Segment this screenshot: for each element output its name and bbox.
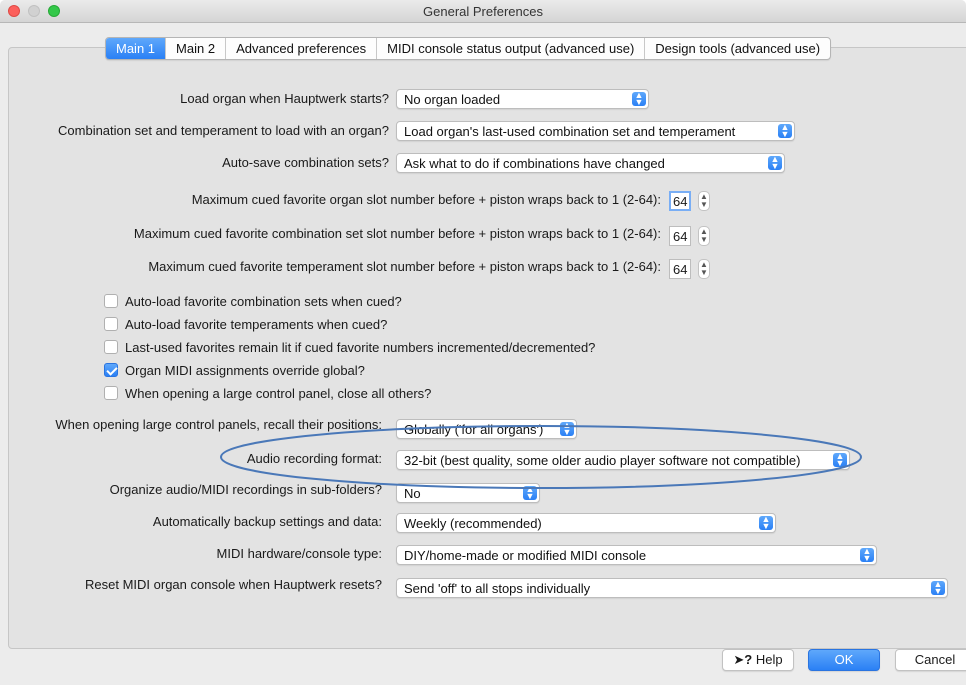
- subfolders-select[interactable]: No ▲ ▼: [396, 483, 540, 503]
- checkbox-label: When opening a large control panel, clos…: [125, 385, 432, 401]
- tab-advanced-preferences[interactable]: Advanced preferences: [225, 38, 376, 59]
- subfolders-label: Organize audio/MIDI recordings in sub-fo…: [109, 482, 382, 497]
- chevron-updown-icon: ▲ ▼: [833, 452, 847, 468]
- max-temperament-slot-field[interactable]: 64: [669, 259, 691, 279]
- load-organ-select[interactable]: No organ loaded ▲ ▼: [396, 89, 649, 109]
- ok-button[interactable]: OK: [808, 649, 880, 671]
- title-bar: General Preferences: [0, 0, 966, 23]
- audio-format-value: 32-bit (best quality, some older audio p…: [404, 453, 801, 468]
- chevron-updown-icon: ▲ ▼: [632, 91, 646, 107]
- load-organ-label: Load organ when Hauptwerk starts?: [180, 91, 389, 106]
- checkbox-box[interactable]: [104, 386, 118, 400]
- checkbox-label: Auto-load favorite temperaments when cue…: [125, 316, 388, 332]
- help-cursor-icon: ➤?: [733, 652, 753, 667]
- max-organ-slot-field[interactable]: 64: [669, 191, 691, 211]
- backup-select[interactable]: Weekly (recommended) ▲ ▼: [396, 513, 776, 533]
- checkbox-box-checked[interactable]: [104, 363, 118, 377]
- recall-positions-select[interactable]: Globally ('for all organs') ▲ ▼: [396, 419, 577, 439]
- tab-midi-console-status-output[interactable]: MIDI console status output (advanced use…: [376, 38, 644, 59]
- combination-set-label: Combination set and temperament to load …: [58, 123, 389, 138]
- max-temperament-slot-stepper[interactable]: ▲ ▼: [698, 259, 710, 279]
- chevron-updown-icon: ▲ ▼: [768, 155, 782, 171]
- chevron-updown-icon: ▲ ▼: [759, 515, 773, 531]
- backup-value: Weekly (recommended): [404, 516, 542, 531]
- checkbox-box[interactable]: [104, 294, 118, 308]
- chevron-updown-icon: ▲ ▼: [523, 485, 537, 501]
- combination-set-select[interactable]: Load organ's last-used combination set a…: [396, 121, 795, 141]
- checkbox-label: Last-used favorites remain lit if cued f…: [125, 339, 596, 355]
- audio-format-select[interactable]: 32-bit (best quality, some older audio p…: [396, 450, 850, 470]
- auto-save-value: Ask what to do if combinations have chan…: [404, 156, 665, 171]
- tab-bar: Main 1 Main 2 Advanced preferences MIDI …: [105, 37, 832, 60]
- audio-format-label: Audio recording format:: [246, 451, 382, 466]
- auto-save-select[interactable]: Ask what to do if combinations have chan…: [396, 153, 785, 173]
- help-button[interactable]: ➤? Help: [722, 649, 794, 671]
- recall-positions-value: Globally ('for all organs'): [404, 422, 544, 437]
- checkbox-box[interactable]: [104, 317, 118, 331]
- window-title: General Preferences: [423, 4, 543, 19]
- chevron-updown-icon: ▲ ▼: [560, 421, 574, 437]
- reset-console-select[interactable]: Send 'off' to all stops individually ▲ ▼: [396, 578, 948, 598]
- chevron-updown-icon: ▲ ▼: [860, 547, 874, 563]
- help-button-label: Help: [755, 652, 783, 667]
- midi-hardware-select[interactable]: DIY/home-made or modified MIDI console ▲…: [396, 545, 877, 565]
- max-organ-slot-stepper[interactable]: ▲ ▼: [698, 191, 710, 211]
- auto-save-label: Auto-save combination sets?: [222, 155, 389, 170]
- max-organ-slot-label: Maximum cued favorite organ slot number …: [191, 192, 661, 207]
- max-combination-slot-stepper[interactable]: ▲ ▼: [698, 226, 710, 246]
- checkbox-box[interactable]: [104, 340, 118, 354]
- cancel-button[interactable]: Cancel: [895, 649, 966, 671]
- auto-load-combination-sets-checkbox[interactable]: Auto-load favorite combination sets when…: [104, 292, 402, 310]
- tab-main-2[interactable]: Main 2: [165, 38, 225, 59]
- checkbox-label: Auto-load favorite combination sets when…: [125, 293, 402, 309]
- tab-main-1[interactable]: Main 1: [106, 38, 166, 59]
- midi-hardware-label: MIDI hardware/console type:: [216, 546, 382, 561]
- last-used-favorites-lit-checkbox[interactable]: Last-used favorites remain lit if cued f…: [104, 338, 595, 356]
- chevron-updown-icon: ▲ ▼: [778, 123, 792, 139]
- max-combination-slot-label: Maximum cued favorite combination set sl…: [133, 226, 661, 241]
- close-other-panels-checkbox[interactable]: When opening a large control panel, clos…: [104, 384, 431, 402]
- preferences-window: General Preferences Main 1 Main 2 Advanc…: [0, 0, 966, 685]
- backup-label: Automatically backup settings and data:: [152, 514, 382, 529]
- combination-set-value: Load organ's last-used combination set a…: [404, 124, 736, 139]
- load-organ-value: No organ loaded: [404, 92, 501, 107]
- max-temperament-slot-label: Maximum cued favorite temperament slot n…: [148, 259, 661, 274]
- reset-console-label: Reset MIDI organ console when Hauptwerk …: [85, 577, 382, 592]
- checkbox-label: Organ MIDI assignments override global?: [125, 362, 365, 378]
- midi-hardware-value: DIY/home-made or modified MIDI console: [404, 548, 647, 563]
- max-combination-slot-field[interactable]: 64: [669, 226, 691, 246]
- recall-positions-label: When opening large control panels, recal…: [55, 417, 382, 432]
- reset-console-value: Send 'off' to all stops individually: [404, 581, 591, 596]
- subfolders-value: No: [404, 486, 421, 501]
- tab-design-tools[interactable]: Design tools (advanced use): [644, 38, 830, 59]
- organ-midi-override-checkbox[interactable]: Organ MIDI assignments override global?: [104, 361, 365, 379]
- chevron-updown-icon: ▲ ▼: [931, 580, 945, 596]
- auto-load-temperaments-checkbox[interactable]: Auto-load favorite temperaments when cue…: [104, 315, 387, 333]
